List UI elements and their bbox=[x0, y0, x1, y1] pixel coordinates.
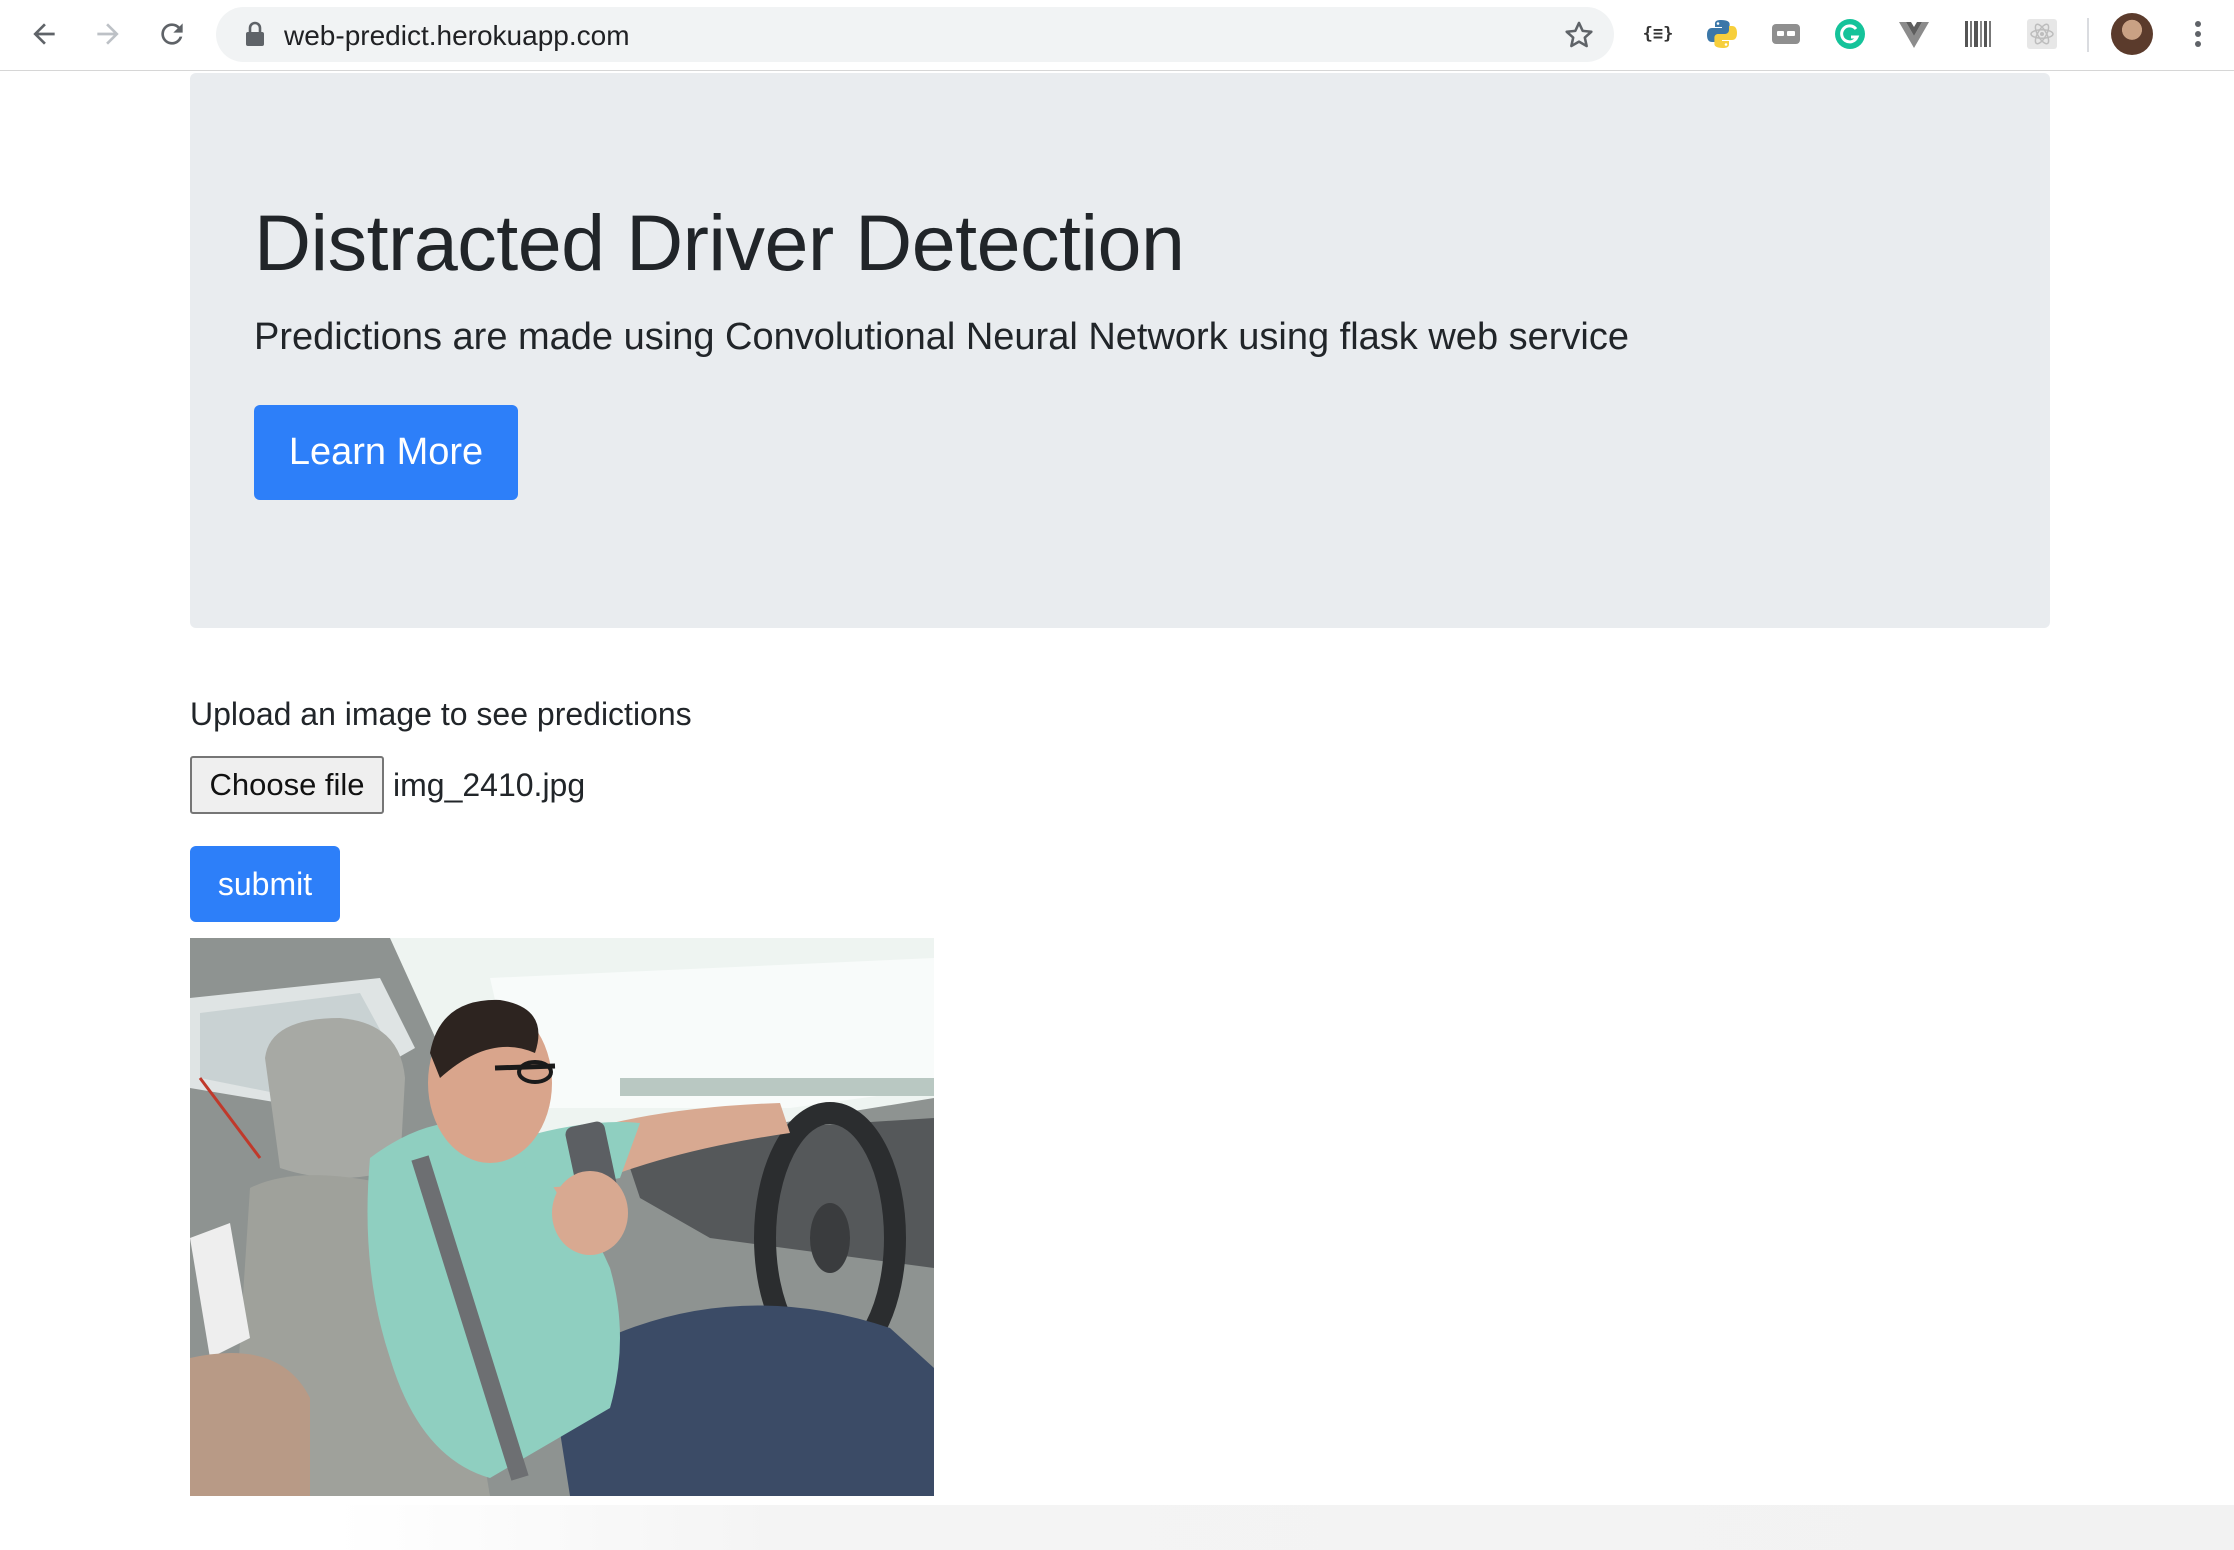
bookmark-star-icon[interactable] bbox=[1562, 18, 1596, 52]
kebab-menu-icon[interactable] bbox=[2178, 14, 2218, 54]
react-icon[interactable] bbox=[2024, 16, 2060, 52]
url-text: web-predict.herokuapp.com bbox=[284, 20, 630, 51]
submit-button[interactable]: submit bbox=[190, 846, 340, 922]
uploaded-image-preview bbox=[190, 938, 934, 1496]
toolbar-divider bbox=[2087, 18, 2089, 52]
jumbotron: Distracted Driver Detection Predictions … bbox=[190, 73, 2050, 628]
lead-text: Predictions are made using Convolutional… bbox=[254, 316, 1629, 358]
barcode-icon[interactable] bbox=[1960, 16, 1996, 52]
upload-label: Upload an image to see predictions bbox=[190, 696, 692, 732]
forward-icon[interactable] bbox=[88, 14, 128, 54]
lock-icon bbox=[246, 21, 264, 46]
avatar[interactable] bbox=[2111, 13, 2153, 55]
caption-icon[interactable] bbox=[1768, 16, 1804, 52]
json-formatter-icon[interactable]: {≡} bbox=[1640, 16, 1676, 52]
vue-icon[interactable] bbox=[1896, 16, 1932, 52]
grammarly-icon[interactable] bbox=[1832, 16, 1868, 52]
page-bottom-shade bbox=[0, 1505, 2234, 1550]
back-icon[interactable] bbox=[24, 14, 64, 54]
selected-file-name: img_2410.jpg bbox=[393, 766, 586, 803]
file-input: Choose file img_2410.jpg bbox=[190, 756, 585, 814]
learn-more-button[interactable]: Learn More bbox=[254, 405, 518, 500]
page-title: Distracted Driver Detection bbox=[254, 198, 1185, 287]
browser-toolbar: web-predict.herokuapp.com {≡} bbox=[0, 0, 2234, 71]
choose-file-button[interactable]: Choose file bbox=[190, 756, 384, 814]
address-bar[interactable]: web-predict.herokuapp.com bbox=[216, 7, 1614, 62]
python-icon[interactable] bbox=[1704, 16, 1740, 52]
reload-icon[interactable] bbox=[152, 14, 192, 54]
